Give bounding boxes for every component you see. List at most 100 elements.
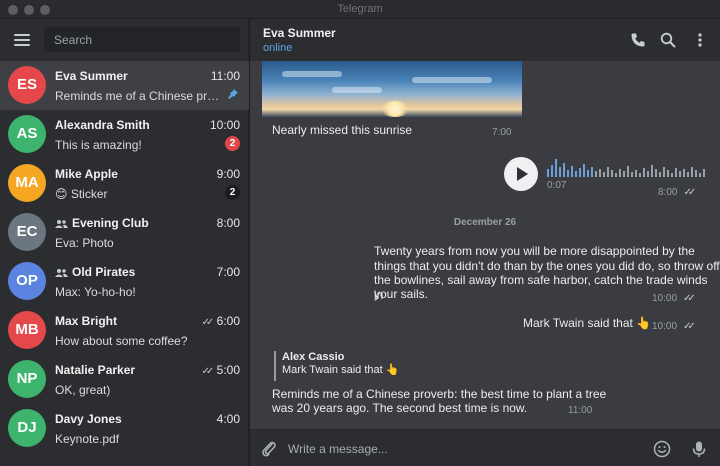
- chat-time: 10:00: [209, 118, 240, 132]
- chat-list-item[interactable]: AS Alexandra Smith 10:00 This is amazing…: [0, 110, 249, 159]
- chat-preview: Reminds me of a Chinese prover…: [55, 89, 223, 103]
- message-input[interactable]: [288, 439, 638, 459]
- peer-status: online: [263, 42, 293, 54]
- paperclip-icon[interactable]: [260, 440, 278, 458]
- avatar: AS: [8, 115, 46, 153]
- chat-time: 7:00: [216, 265, 240, 279]
- read-check-icon: ✓✓: [201, 317, 215, 328]
- photo-cloud: [412, 77, 492, 83]
- date-separator: December 26: [453, 217, 517, 228]
- chat-time: 6:00: [216, 314, 240, 328]
- chat-time: 9:00: [216, 167, 240, 181]
- avatar: NP: [8, 360, 46, 398]
- avatar: OP: [8, 262, 46, 300]
- message-time: 7:00: [492, 127, 512, 138]
- unread-badge: 2: [225, 136, 240, 151]
- chat-time-row: ✓✓ 6:00: [202, 314, 240, 328]
- message-time-row: 10:00 ✓✓: [652, 293, 696, 304]
- reply-author: Alex Cassio: [282, 351, 345, 363]
- chat-preview: Keynote.pdf: [55, 432, 120, 446]
- message-time: 10:00: [652, 293, 678, 304]
- chat-time: 4:00: [216, 412, 240, 426]
- read-check-icon: ✓✓: [683, 187, 696, 198]
- photo-cloud: [332, 87, 382, 93]
- message-text-line: Reminds me of a Chinese proverb: the bes…: [272, 387, 607, 401]
- group-icon: [55, 269, 68, 277]
- play-icon: [517, 167, 528, 181]
- microphone-icon[interactable]: [690, 440, 708, 458]
- message-text-line: Twenty years from now you will be more d…: [374, 244, 695, 258]
- search-box[interactable]: [44, 27, 240, 52]
- search-input[interactable]: [44, 27, 240, 52]
- chat-list-item[interactable]: MA Mike Apple 9:00 😊 Sticker 2: [0, 159, 249, 208]
- chat-preview: Max: Yo-ho-ho!: [55, 285, 136, 299]
- pin-icon: [228, 89, 238, 99]
- message-text-line: was 20 years ago. The second best time i…: [272, 401, 528, 415]
- read-check-icon: ✓✓: [683, 293, 696, 304]
- chat-preview: This is amazing!: [55, 138, 142, 152]
- chat-preview: 😊 Sticker: [55, 187, 108, 201]
- smile-icon[interactable]: [653, 440, 671, 458]
- peer-name[interactable]: Eva Summer: [263, 26, 336, 40]
- chat-name: Natalie Parker: [55, 363, 136, 377]
- chat-preview: How about some coffee?: [55, 334, 188, 348]
- chat-list-item[interactable]: OP Old Pirates 7:00 Max: Yo-ho-ho!: [0, 257, 249, 306]
- photo-message[interactable]: [262, 61, 522, 117]
- group-icon: [55, 220, 68, 228]
- reply-quote[interactable]: Alex Cassio Mark Twain said that 👆: [274, 351, 399, 381]
- chat-time-row: ✓✓ 5:00: [202, 363, 240, 377]
- menu-icon[interactable]: [14, 34, 30, 46]
- avatar: MA: [8, 164, 46, 202]
- chat-name: Alexandra Smith: [55, 118, 150, 132]
- more-vertical-icon[interactable]: [692, 32, 708, 48]
- chat-panel: Eva Summer online Nearly missed this sun…: [250, 19, 720, 466]
- window-titlebar: Telegram: [0, 0, 720, 19]
- voice-duration: 0:07: [547, 180, 567, 191]
- read-check-icon: ✓✓: [201, 366, 215, 377]
- photo-caption: Nearly missed this sunrise: [272, 123, 413, 137]
- chat-name: Mike Apple: [55, 167, 118, 181]
- window-title: Telegram: [337, 3, 383, 15]
- chat-list-item[interactable]: DJ Davy Jones 4:00 Keynote.pdf: [0, 404, 249, 453]
- voice-waveform[interactable]: [547, 155, 707, 177]
- phone-icon[interactable]: [630, 32, 646, 48]
- photo-cloud: [282, 71, 342, 77]
- chat-time: 5:00: [216, 363, 240, 377]
- message-time: 8:00: [658, 187, 678, 198]
- avatar: MB: [8, 311, 46, 349]
- chat-list-sidebar: ES Eva Summer 11:00 Reminds me of a Chin…: [0, 19, 249, 466]
- message-input-bar: [250, 429, 720, 466]
- sidebar-header: [0, 19, 248, 61]
- message-time: 10:00: [652, 321, 678, 332]
- chat-preview: OK, great): [55, 383, 111, 397]
- chat-name-row: Old Pirates: [55, 265, 135, 279]
- chat-time: 8:00: [216, 216, 240, 230]
- chat-list-item[interactable]: NP Natalie Parker ✓✓ 5:00 OK, great): [0, 355, 249, 404]
- chat-name: Max Bright: [55, 314, 118, 328]
- chat-preview: Eva: Photo: [55, 236, 114, 250]
- chat-name-row: Evening Club: [55, 216, 149, 230]
- play-button[interactable]: [504, 157, 538, 191]
- message-text-line: things that you didn't do than by the on…: [374, 259, 720, 273]
- message-text-line: your sails.: [374, 287, 429, 301]
- reply-text: Mark Twain said that 👆: [282, 364, 400, 376]
- avatar: ES: [8, 66, 46, 104]
- search-icon[interactable]: [660, 32, 676, 48]
- unread-badge: 2: [225, 185, 240, 200]
- chat-time: 11:00: [210, 69, 240, 83]
- message-time-row: 8:00 ✓✓: [658, 187, 696, 198]
- chat-name: Davy Jones: [55, 412, 122, 426]
- message-time: 11:00: [568, 405, 593, 416]
- message-time-row: 10:00 ✓✓: [652, 321, 696, 332]
- chat-name: Eva Summer: [55, 69, 128, 83]
- chat-list-item[interactable]: MB Max Bright ✓✓ 6:00 How about some cof…: [0, 306, 249, 355]
- chat-name: Evening Club: [72, 216, 149, 230]
- read-check-icon: ✓✓: [683, 321, 696, 332]
- chat-list-item[interactable]: ES Eva Summer 11:00 Reminds me of a Chin…: [0, 61, 249, 110]
- avatar: DJ: [8, 409, 46, 447]
- chat-list-item[interactable]: EC Evening Club 8:00 Eva: Photo: [0, 208, 249, 257]
- chat-name: Old Pirates: [72, 265, 136, 279]
- chat-header: Eva Summer online: [250, 19, 720, 61]
- message-text: Mark Twain said that 👆: [523, 316, 652, 330]
- photo-sun: [380, 101, 410, 117]
